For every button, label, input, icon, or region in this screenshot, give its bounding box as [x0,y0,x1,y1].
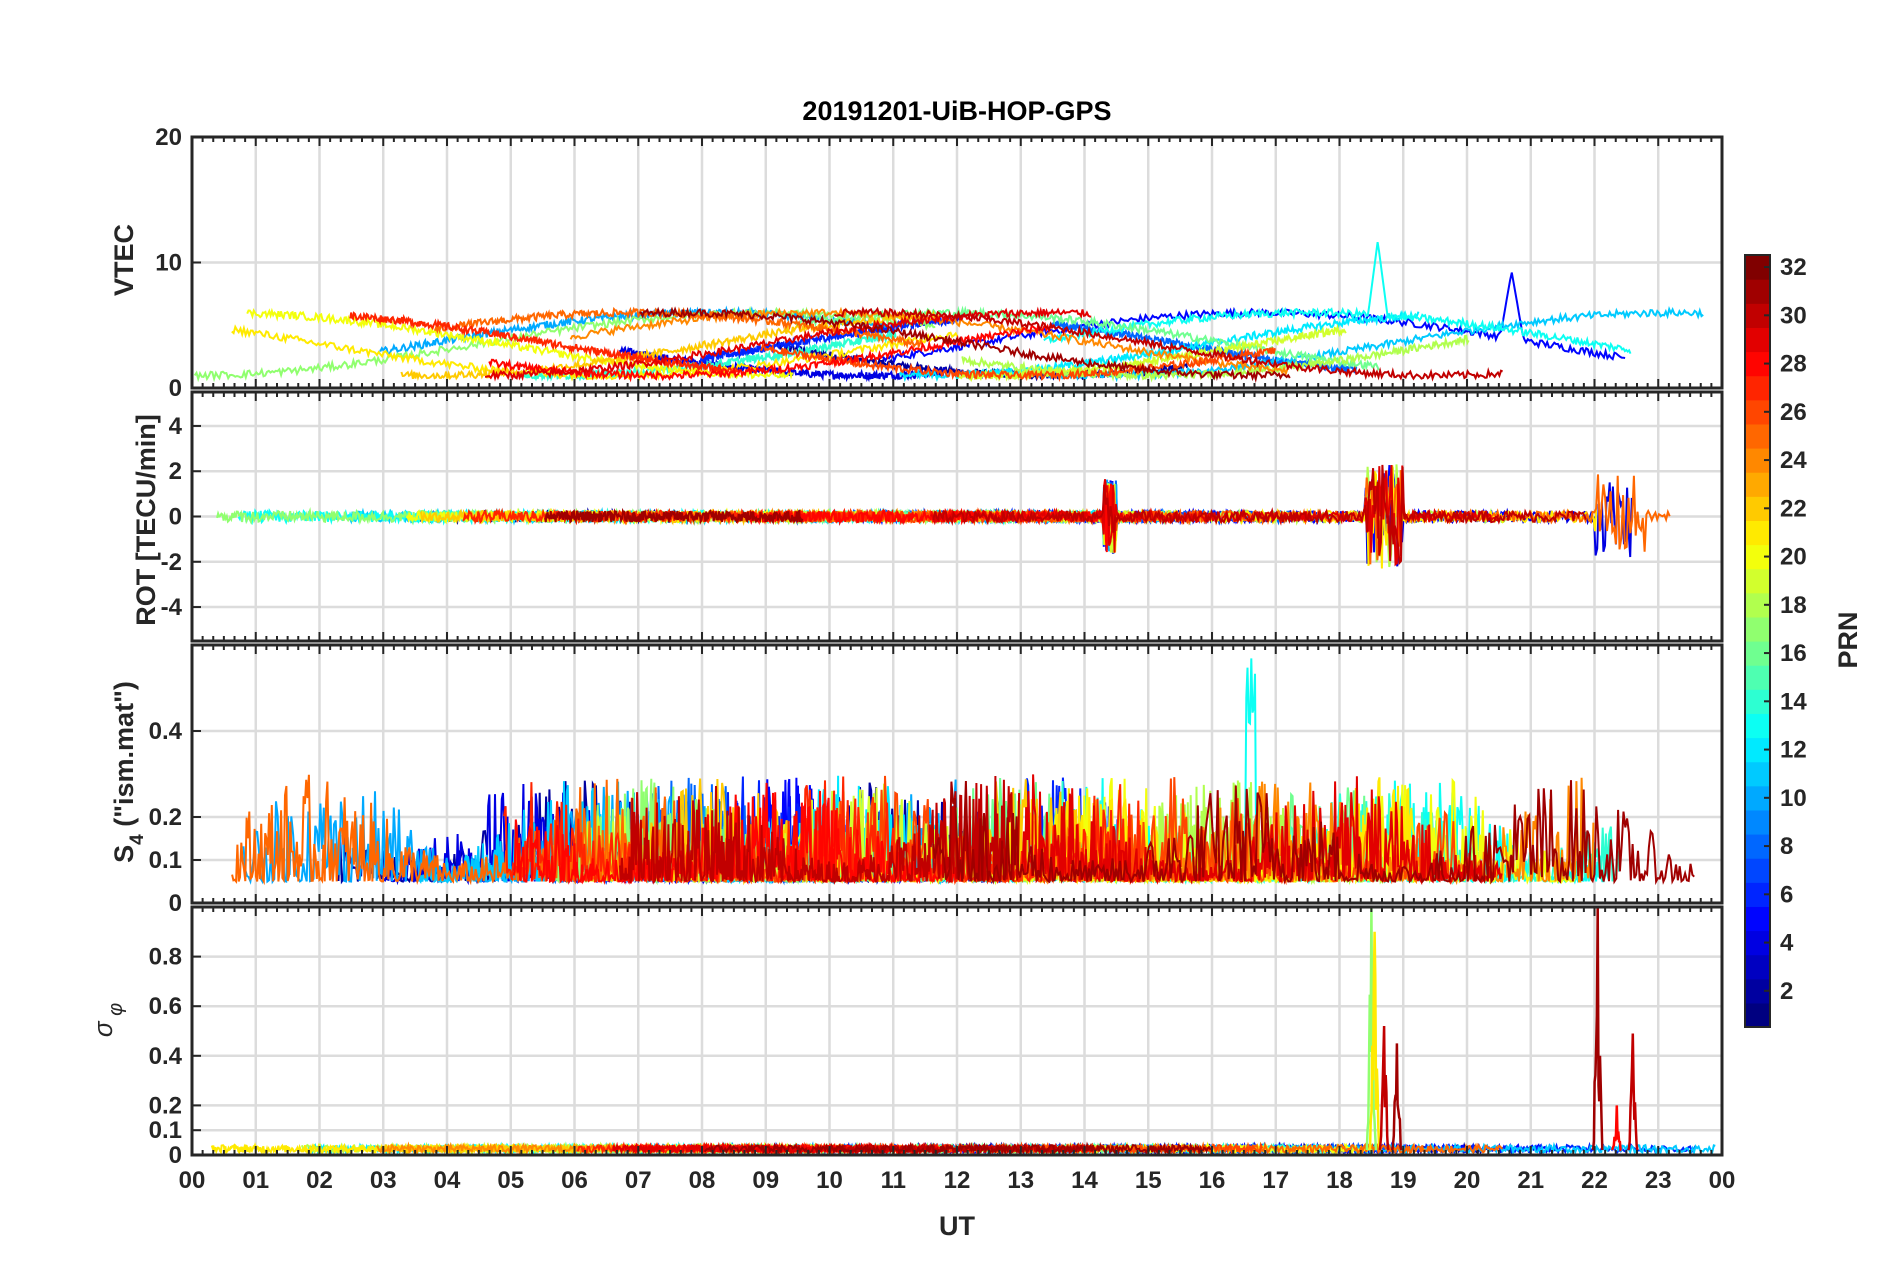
rot-y-tick-label: 4 [169,413,183,440]
x-tick-label: 09 [752,1167,779,1194]
sigma_phi-y-tick-label: 0.2 [149,1092,182,1119]
s4-y-tick-label: 0 [169,890,182,917]
x-tick-label: 22 [1581,1167,1608,1194]
colorbar-tick-label: 10 [1780,785,1807,812]
colorbar-tick-label: 12 [1780,737,1807,764]
sigma_phi-y-tick-label: 0.1 [149,1117,182,1144]
colorbar-segment [1745,1002,1770,1028]
vtec-y-tick-label: 10 [155,250,182,277]
colorbar-tick-label: 18 [1780,592,1807,619]
colorbar-segment [1745,327,1770,353]
rot-y-tick-label: 2 [169,458,182,485]
vtec-axis-label: VTEC [109,224,139,296]
colorbar-segment [1745,616,1770,642]
colorbar-tick-label: 20 [1780,544,1807,571]
colorbar-segment [1745,809,1770,835]
colorbar-segment [1745,472,1770,497]
colorbar-label: PRN [1833,611,1863,668]
colorbar-segment [1745,954,1770,980]
sigma_phi-y-tick-label: 0 [169,1142,182,1169]
x-tick-label: 00 [1709,1167,1736,1194]
colorbar-segment [1745,520,1770,546]
colorbar-tick-label: 26 [1780,399,1807,426]
s4-y-tick-label: 0.1 [149,847,182,874]
colorbar-segment [1745,568,1770,594]
x-tick-label: 21 [1517,1167,1544,1194]
sigma_phi-y-tick-label: 0.8 [149,944,182,971]
colorbar-segment [1745,375,1770,401]
x-tick-label: 16 [1199,1167,1226,1194]
colorbar-tick-label: 22 [1780,495,1807,522]
colorbar-segment [1745,279,1770,304]
x-tick-label: 15 [1135,1167,1162,1194]
x-tick-label: 03 [370,1167,397,1194]
colorbar-tick-label: 28 [1780,351,1807,378]
colorbar-segment [1745,713,1770,739]
x-tick-label: 01 [242,1167,269,1194]
x-tick-label: 00 [179,1167,206,1194]
colorbar-segment [1745,761,1770,787]
x-tick-label: 07 [625,1167,652,1194]
colorbar-segment [1745,423,1770,449]
x-tick-label: 17 [1262,1167,1289,1194]
x-tick-label: 11 [881,1167,906,1194]
x-axis-label: UT [939,1211,975,1241]
x-tick-label: 14 [1071,1167,1098,1194]
colorbar-tick-label: 32 [1780,254,1807,281]
colorbar-tick-label: 30 [1780,302,1807,329]
rot-axis-label: ROT [TECU/min] [131,414,161,625]
x-tick-label: 23 [1645,1167,1672,1194]
x-tick-label: 05 [497,1167,524,1194]
x-tick-label: 12 [944,1167,971,1194]
colorbar-segment [1745,906,1770,932]
colorbar-tick-label: 16 [1780,640,1807,667]
x-tick-label: 20 [1454,1167,1481,1194]
x-tick-label: 06 [561,1167,588,1194]
colorbar-tick-label: 8 [1780,833,1793,860]
rot-y-tick-label: 0 [169,504,182,531]
vtec-y-tick-label: 0 [169,375,182,402]
colorbar-tick-label: 6 [1780,881,1793,908]
sigma_phi-y-tick-label: 0.6 [149,993,182,1020]
chart-title: 20191201-UiB-HOP-GPS [802,96,1111,126]
colorbar-segment [1745,665,1770,690]
x-tick-label: 13 [1007,1167,1034,1194]
rot-y-tick-label: -4 [161,594,183,621]
colorbar-tick-label: 24 [1780,447,1807,474]
x-tick-label: 04 [434,1167,461,1194]
s4-y-tick-label: 0.4 [149,718,183,745]
sigma_phi-y-tick-label: 0.4 [149,1043,183,1070]
x-tick-label: 10 [816,1167,843,1194]
colorbar-segment [1745,858,1770,883]
rot-y-tick-label: -2 [161,549,182,576]
figure: 20191201-UiB-HOP-GPS 01020-4-202400.10.2… [0,0,1902,1272]
x-tick-label: 08 [689,1167,716,1194]
colorbar-tick-label: 2 [1780,978,1793,1005]
colorbar-tick-label: 4 [1780,930,1794,957]
vtec-y-tick-label: 20 [155,124,182,151]
x-tick-label: 02 [306,1167,333,1194]
s4-y-tick-label: 0.2 [149,804,182,831]
x-tick-label: 18 [1326,1167,1353,1194]
x-tick-label: 19 [1390,1167,1417,1194]
colorbar-tick-label: 14 [1780,688,1807,715]
